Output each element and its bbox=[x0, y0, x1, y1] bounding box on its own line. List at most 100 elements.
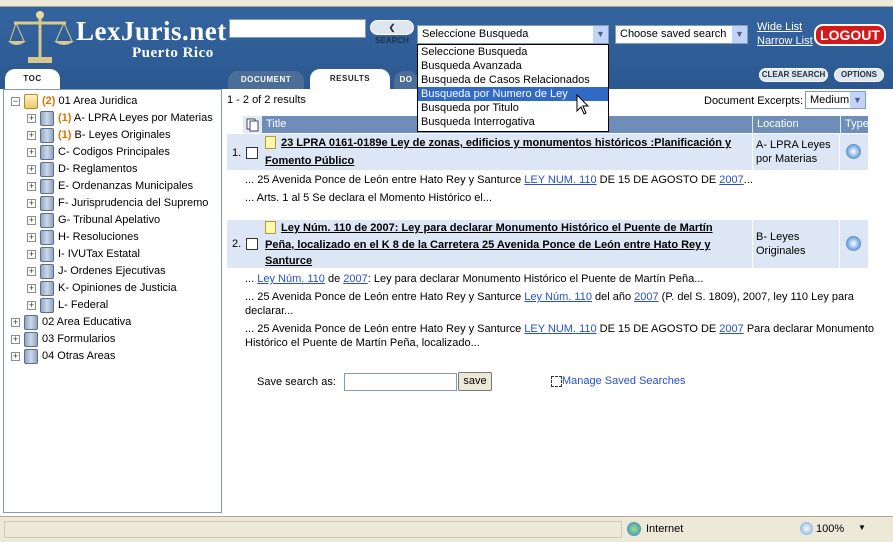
search-input[interactable] bbox=[229, 19, 366, 38]
status-text-area bbox=[4, 521, 622, 538]
snippet-link[interactable]: LEY NUM. 110 bbox=[524, 174, 596, 186]
zoom-icon[interactable] bbox=[800, 522, 813, 535]
tree-item-area[interactable]: +03 Formularios bbox=[11, 331, 115, 348]
tree-item-child[interactable]: + (1) A- LPRA Leyes por Materias bbox=[27, 110, 213, 127]
expand-icon[interactable]: + bbox=[11, 334, 20, 344]
logout-button[interactable]: LOGOUT bbox=[814, 24, 886, 46]
collapse-icon[interactable]: − bbox=[11, 96, 20, 106]
narrow-list-link[interactable]: Narrow List bbox=[757, 35, 813, 47]
expand-icon[interactable]: + bbox=[27, 147, 36, 157]
book-icon bbox=[40, 161, 54, 177]
clear-search-button[interactable]: CLEAR SEARCH bbox=[759, 68, 828, 82]
snippet-link[interactable]: LEY NUM. 110 bbox=[524, 323, 596, 335]
dropdown-option[interactable]: Seleccione Busqueda bbox=[418, 45, 608, 59]
save-search-label: Save search as: bbox=[257, 376, 336, 388]
expand-icon[interactable]: + bbox=[27, 283, 36, 293]
ie-document-icon[interactable] bbox=[846, 236, 861, 251]
book-icon bbox=[24, 348, 38, 364]
result-count: (1) bbox=[58, 129, 72, 141]
book-icon bbox=[40, 195, 54, 211]
result-count: (1) bbox=[58, 112, 72, 124]
tree-item-root[interactable]: − (2) 01 Area Juridica bbox=[11, 93, 137, 110]
book-icon bbox=[40, 297, 54, 313]
tree-item-child[interactable]: + F- Jurisprudencia del Supremo bbox=[27, 195, 208, 212]
tree-item-area[interactable]: +04 Otras Areas bbox=[11, 348, 115, 365]
snippet-link[interactable]: Ley Núm. 110 bbox=[257, 273, 325, 285]
excerpts-label: Document Excerpts: bbox=[704, 95, 804, 107]
result-title-2[interactable]: Ley Núm. 110 de 2007: Ley para declarar … bbox=[281, 221, 713, 236]
tree-item-child[interactable]: + K- Opiniones de Justicia bbox=[27, 280, 177, 297]
dropdown-option[interactable]: Busqueda Interrogativa bbox=[418, 115, 608, 129]
snippet-link[interactable]: 2007 bbox=[719, 174, 743, 186]
result-title-1-cont[interactable]: Fomento Público bbox=[265, 154, 354, 169]
logo-title: LexJuris.net bbox=[76, 16, 227, 46]
dropdown-option[interactable]: Busqueda de Casos Relacionados bbox=[418, 73, 608, 87]
tree-item-label: 02 Area Educativa bbox=[42, 316, 132, 328]
expand-icon[interactable]: + bbox=[27, 232, 36, 242]
tree-item-child[interactable]: + L- Federal bbox=[27, 297, 108, 314]
ie-document-icon[interactable] bbox=[846, 144, 861, 159]
expand-icon[interactable]: + bbox=[27, 249, 36, 259]
expand-icon[interactable]: + bbox=[27, 198, 36, 208]
tree-item-label: B- Leyes Originales bbox=[74, 129, 171, 141]
chevron-down-icon: ▼ bbox=[592, 26, 608, 43]
tree-item-label: 04 Otras Areas bbox=[42, 350, 116, 362]
chevron-down-icon[interactable]: ▼ bbox=[858, 523, 866, 532]
wide-list-link[interactable]: Wide List bbox=[757, 21, 802, 33]
tab-results[interactable]: RESULTS bbox=[310, 69, 390, 89]
result-title-2-cont[interactable]: Peña, localizado en el K 8 de la Carrete… bbox=[265, 238, 710, 253]
tree-item-label: A- LPRA Leyes por Materias bbox=[73, 112, 213, 124]
tree-item-child[interactable]: + (1) B- Leyes Originales bbox=[27, 127, 171, 144]
save-button[interactable]: save bbox=[458, 372, 492, 391]
zoom-level[interactable]: 100% bbox=[816, 523, 844, 535]
results-summary: 1 - 2 of 2 results bbox=[227, 94, 306, 106]
saved-search-select[interactable]: Choose saved search ▼ bbox=[615, 25, 748, 44]
search-type-dropdown-list[interactable]: Seleccione Busqueda Busqueda Avanzada Bu… bbox=[417, 44, 609, 132]
logo-subtitle: Puerto Rico bbox=[132, 45, 214, 61]
expand-icon[interactable]: + bbox=[27, 300, 36, 310]
dropdown-option[interactable]: Busqueda Avanzada bbox=[418, 59, 608, 73]
snippet-link[interactable]: 2007 bbox=[634, 291, 658, 303]
expand-icon[interactable]: + bbox=[27, 113, 36, 123]
result-title-2-cont[interactable]: Santurce bbox=[265, 254, 312, 269]
expand-icon[interactable]: + bbox=[27, 266, 36, 276]
excerpts-select[interactable]: Medium ▼ bbox=[805, 91, 866, 109]
expand-icon[interactable]: + bbox=[27, 181, 36, 191]
tab-other[interactable]: DO bbox=[394, 71, 418, 89]
result-title-1[interactable]: 23 LPRA 0161-0189e Ley de zonas, edifici… bbox=[281, 136, 731, 151]
result-snippet: ... Ley Núm. 110 de 2007: Ley para decla… bbox=[245, 273, 704, 285]
tab-document[interactable]: DOCUMENT bbox=[228, 71, 304, 89]
tab-toc[interactable]: TOC bbox=[5, 69, 60, 89]
expand-icon[interactable]: + bbox=[27, 130, 36, 140]
result-count: (2) bbox=[42, 95, 56, 107]
expand-icon[interactable]: + bbox=[27, 215, 36, 225]
tree-item-child[interactable]: + C- Codigos Principales bbox=[27, 144, 170, 161]
tree-item-child[interactable]: + J- Ordenes Ejecutivas bbox=[27, 263, 166, 280]
search-button[interactable]: ❮ SEARCH bbox=[370, 20, 414, 45]
row-checkbox[interactable] bbox=[246, 147, 258, 159]
tree-item-area[interactable]: +02 Area Educativa bbox=[11, 314, 131, 331]
select-all-icon[interactable] bbox=[243, 116, 261, 133]
tree-item-child[interactable]: + I- IVUTax Estatal bbox=[27, 246, 140, 263]
expand-icon[interactable]: + bbox=[11, 317, 20, 327]
tree-item-child[interactable]: + H- Resoluciones bbox=[27, 229, 139, 246]
tree-item-child[interactable]: + D- Reglamentos bbox=[27, 161, 137, 178]
tree-item-child[interactable]: + E- Ordenanzas Municipales bbox=[27, 178, 193, 195]
row-number: 2. bbox=[232, 238, 242, 250]
save-search-input[interactable] bbox=[344, 373, 457, 391]
column-location[interactable]: Location bbox=[753, 116, 840, 133]
snippet-link[interactable]: 2007 bbox=[719, 323, 743, 335]
search-type-select[interactable]: Seleccione Busqueda ▼ bbox=[417, 25, 609, 44]
manage-saved-searches-link[interactable]: Manage Saved Searches bbox=[551, 374, 686, 389]
snippet-link[interactable]: Ley Núm. 110 bbox=[524, 291, 592, 303]
snippet-link[interactable]: 2007 bbox=[343, 273, 367, 285]
row-checkbox[interactable] bbox=[246, 238, 258, 250]
book-icon bbox=[40, 280, 54, 296]
zone-label: Internet bbox=[646, 523, 684, 535]
open-folder-icon bbox=[24, 93, 38, 109]
tree-item-child[interactable]: + G- Tribunal Apelativo bbox=[27, 212, 160, 229]
expand-icon[interactable]: + bbox=[27, 164, 36, 174]
expand-icon[interactable]: + bbox=[11, 351, 20, 361]
column-type[interactable]: Type bbox=[841, 116, 869, 133]
options-button[interactable]: OPTIONS bbox=[834, 68, 884, 82]
